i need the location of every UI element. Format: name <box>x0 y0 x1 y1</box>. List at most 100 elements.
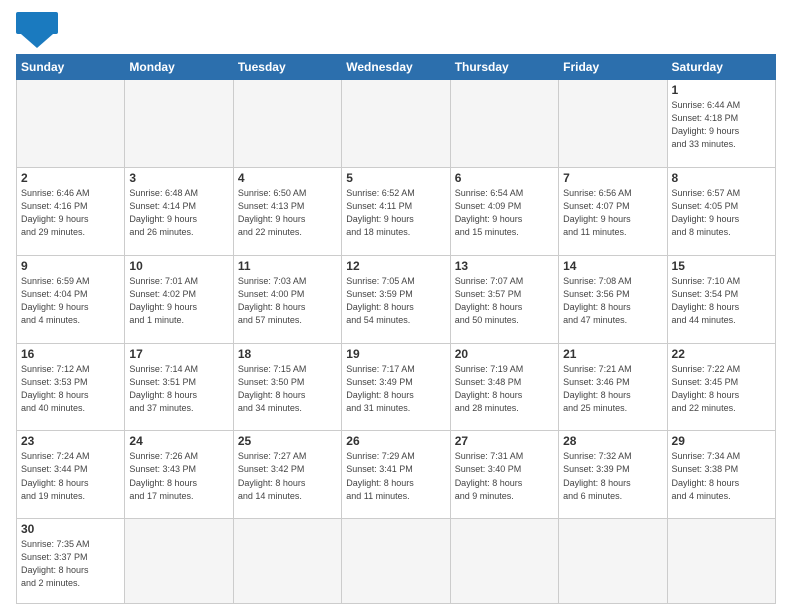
calendar-week-2: 9 Sunrise: 6:59 AM Sunset: 4:04 PM Daylig… <box>17 255 776 343</box>
calendar-header-row: SundayMondayTuesdayWednesdayThursdayFrid… <box>17 55 776 80</box>
calendar-day <box>450 80 558 168</box>
calendar-day: 12 Sunrise: 7:05 AM Sunset: 3:59 PM Dayli… <box>342 255 450 343</box>
calendar-day <box>342 519 450 604</box>
calendar-header-sunday: Sunday <box>17 55 125 80</box>
day-number: 12 <box>346 259 445 273</box>
day-number: 21 <box>563 347 662 361</box>
calendar-week-0: 1 Sunrise: 6:44 AM Sunset: 4:18 PM Daylig… <box>17 80 776 168</box>
calendar-header-friday: Friday <box>559 55 667 80</box>
day-number: 18 <box>238 347 337 361</box>
calendar-day: 6 Sunrise: 6:54 AM Sunset: 4:09 PM Daylig… <box>450 167 558 255</box>
day-info: Sunrise: 7:19 AM Sunset: 3:48 PM Dayligh… <box>455 363 554 415</box>
day-info: Sunrise: 6:57 AM Sunset: 4:05 PM Dayligh… <box>672 187 771 239</box>
day-info: Sunrise: 7:07 AM Sunset: 3:57 PM Dayligh… <box>455 275 554 327</box>
day-number: 23 <box>21 434 120 448</box>
calendar-table: SundayMondayTuesdayWednesdayThursdayFrid… <box>16 54 776 604</box>
calendar-day <box>233 80 341 168</box>
page: SundayMondayTuesdayWednesdayThursdayFrid… <box>0 0 792 612</box>
calendar-day: 22Sunrise: 7:22 AM Sunset: 3:45 PM Dayli… <box>667 343 775 431</box>
day-info: Sunrise: 7:03 AM Sunset: 4:00 PM Dayligh… <box>238 275 337 327</box>
calendar-day <box>450 519 558 604</box>
calendar-day: 28 Sunrise: 7:32 AM Sunset: 3:39 PM Dayli… <box>559 431 667 519</box>
day-info: Sunrise: 7:15 AM Sunset: 3:50 PM Dayligh… <box>238 363 337 415</box>
day-number: 13 <box>455 259 554 273</box>
day-info: Sunrise: 6:44 AM Sunset: 4:18 PM Dayligh… <box>672 99 771 151</box>
calendar-day: 7 Sunrise: 6:56 AM Sunset: 4:07 PM Daylig… <box>559 167 667 255</box>
calendar-header-tuesday: Tuesday <box>233 55 341 80</box>
calendar-day <box>667 519 775 604</box>
day-number: 3 <box>129 171 228 185</box>
calendar-day <box>342 80 450 168</box>
calendar-day: 19 Sunrise: 7:17 AM Sunset: 3:49 PM Dayli… <box>342 343 450 431</box>
calendar-week-4: 23 Sunrise: 7:24 AM Sunset: 3:44 PM Dayli… <box>17 431 776 519</box>
calendar-day: 13 Sunrise: 7:07 AM Sunset: 3:57 PM Dayli… <box>450 255 558 343</box>
day-number: 19 <box>346 347 445 361</box>
calendar-day <box>17 80 125 168</box>
calendar-day <box>125 80 233 168</box>
calendar-day: 25Sunrise: 7:27 AM Sunset: 3:42 PM Dayli… <box>233 431 341 519</box>
day-info: Sunrise: 6:59 AM Sunset: 4:04 PM Dayligh… <box>21 275 120 327</box>
calendar-day: 30 Sunrise: 7:35 AM Sunset: 3:37 PM Dayli… <box>17 519 125 604</box>
calendar-header-saturday: Saturday <box>667 55 775 80</box>
calendar-day: 20 Sunrise: 7:19 AM Sunset: 3:48 PM Dayli… <box>450 343 558 431</box>
day-info: Sunrise: 6:52 AM Sunset: 4:11 PM Dayligh… <box>346 187 445 239</box>
day-info: Sunrise: 7:34 AM Sunset: 3:38 PM Dayligh… <box>672 450 771 502</box>
day-info: Sunrise: 7:32 AM Sunset: 3:39 PM Dayligh… <box>563 450 662 502</box>
calendar-day: 27 Sunrise: 7:31 AM Sunset: 3:40 PM Dayli… <box>450 431 558 519</box>
day-number: 6 <box>455 171 554 185</box>
calendar-week-3: 16Sunrise: 7:12 AM Sunset: 3:53 PM Dayli… <box>17 343 776 431</box>
calendar-day: 16Sunrise: 7:12 AM Sunset: 3:53 PM Dayli… <box>17 343 125 431</box>
calendar-day <box>559 519 667 604</box>
calendar-day <box>559 80 667 168</box>
calendar-day <box>233 519 341 604</box>
day-info: Sunrise: 7:22 AM Sunset: 3:45 PM Dayligh… <box>672 363 771 415</box>
day-info: Sunrise: 7:27 AM Sunset: 3:42 PM Dayligh… <box>238 450 337 502</box>
day-info: Sunrise: 6:56 AM Sunset: 4:07 PM Dayligh… <box>563 187 662 239</box>
logo-icon <box>16 12 58 48</box>
day-info: Sunrise: 6:46 AM Sunset: 4:16 PM Dayligh… <box>21 187 120 239</box>
day-info: Sunrise: 7:24 AM Sunset: 3:44 PM Dayligh… <box>21 450 120 502</box>
calendar-week-5: 30 Sunrise: 7:35 AM Sunset: 3:37 PM Dayli… <box>17 519 776 604</box>
day-info: Sunrise: 7:21 AM Sunset: 3:46 PM Dayligh… <box>563 363 662 415</box>
day-info: Sunrise: 6:54 AM Sunset: 4:09 PM Dayligh… <box>455 187 554 239</box>
calendar-header-thursday: Thursday <box>450 55 558 80</box>
day-info: Sunrise: 7:35 AM Sunset: 3:37 PM Dayligh… <box>21 538 120 590</box>
calendar-day: 9 Sunrise: 6:59 AM Sunset: 4:04 PM Daylig… <box>17 255 125 343</box>
day-number: 2 <box>21 171 120 185</box>
day-number: 4 <box>238 171 337 185</box>
day-number: 30 <box>21 522 120 536</box>
day-info: Sunrise: 7:05 AM Sunset: 3:59 PM Dayligh… <box>346 275 445 327</box>
day-number: 20 <box>455 347 554 361</box>
day-number: 9 <box>21 259 120 273</box>
day-info: Sunrise: 7:10 AM Sunset: 3:54 PM Dayligh… <box>672 275 771 327</box>
day-number: 15 <box>672 259 771 273</box>
day-number: 28 <box>563 434 662 448</box>
day-number: 8 <box>672 171 771 185</box>
day-info: Sunrise: 7:26 AM Sunset: 3:43 PM Dayligh… <box>129 450 228 502</box>
calendar-day: 29Sunrise: 7:34 AM Sunset: 3:38 PM Dayli… <box>667 431 775 519</box>
day-number: 1 <box>672 83 771 97</box>
calendar-day: 21 Sunrise: 7:21 AM Sunset: 3:46 PM Dayli… <box>559 343 667 431</box>
day-number: 7 <box>563 171 662 185</box>
calendar-day: 26Sunrise: 7:29 AM Sunset: 3:41 PM Dayli… <box>342 431 450 519</box>
calendar-day: 14 Sunrise: 7:08 AM Sunset: 3:56 PM Dayli… <box>559 255 667 343</box>
day-number: 10 <box>129 259 228 273</box>
logo-area <box>16 12 62 48</box>
day-info: Sunrise: 7:17 AM Sunset: 3:49 PM Dayligh… <box>346 363 445 415</box>
day-info: Sunrise: 7:29 AM Sunset: 3:41 PM Dayligh… <box>346 450 445 502</box>
calendar-day: 11Sunrise: 7:03 AM Sunset: 4:00 PM Dayli… <box>233 255 341 343</box>
calendar-day: 4Sunrise: 6:50 AM Sunset: 4:13 PM Daylig… <box>233 167 341 255</box>
day-number: 27 <box>455 434 554 448</box>
calendar-day <box>125 519 233 604</box>
day-info: Sunrise: 7:08 AM Sunset: 3:56 PM Dayligh… <box>563 275 662 327</box>
day-number: 14 <box>563 259 662 273</box>
day-info: Sunrise: 7:31 AM Sunset: 3:40 PM Dayligh… <box>455 450 554 502</box>
calendar-day: 5Sunrise: 6:52 AM Sunset: 4:11 PM Daylig… <box>342 167 450 255</box>
calendar-day: 3Sunrise: 6:48 AM Sunset: 4:14 PM Daylig… <box>125 167 233 255</box>
day-number: 24 <box>129 434 228 448</box>
calendar-week-1: 2 Sunrise: 6:46 AM Sunset: 4:16 PM Daylig… <box>17 167 776 255</box>
calendar-day: 1 Sunrise: 6:44 AM Sunset: 4:18 PM Daylig… <box>667 80 775 168</box>
header <box>16 12 776 48</box>
calendar-day: 8 Sunrise: 6:57 AM Sunset: 4:05 PM Daylig… <box>667 167 775 255</box>
calendar-day: 18 Sunrise: 7:15 AM Sunset: 3:50 PM Dayli… <box>233 343 341 431</box>
